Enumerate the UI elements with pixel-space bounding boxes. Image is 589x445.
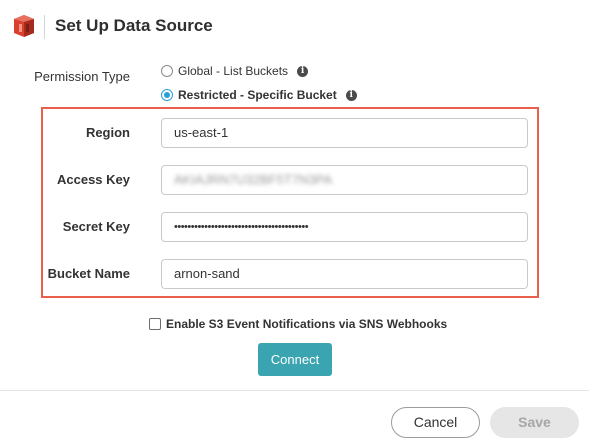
dialog-title: Set Up Data Source	[55, 16, 213, 35]
permission-type-label: Permission Type	[34, 69, 130, 84]
footer-divider	[0, 390, 589, 391]
radio-button-checked[interactable]	[161, 89, 173, 101]
radio-global-list-buckets[interactable]: Global - List Buckets i	[161, 64, 309, 78]
sns-notifications-checkbox[interactable]	[149, 318, 161, 330]
amazon-s3-logo-icon	[14, 15, 34, 37]
access-key-input[interactable]: AKIAJRN7U32BF5T7N3PA	[161, 165, 528, 195]
save-button[interactable]: Save	[490, 407, 579, 438]
dialog-header: Set Up Data Source	[0, 0, 589, 54]
radio-label: Global - List Buckets	[178, 64, 289, 78]
bucket-name-label: Bucket Name	[47, 266, 130, 281]
bucket-name-input[interactable]: arnon-sand	[161, 259, 528, 289]
region-label: Region	[85, 125, 130, 140]
sns-notifications-label: Enable S3 Event Notifications via SNS We…	[166, 317, 448, 331]
access-key-value: AKIAJRN7U32BF5T7N3PA	[174, 172, 332, 187]
radio-restricted-specific-bucket[interactable]: Restricted - Specific Bucket i	[161, 88, 357, 102]
radio-label: Restricted - Specific Bucket	[178, 88, 337, 102]
sns-notifications-checkbox-row[interactable]: Enable S3 Event Notifications via SNS We…	[149, 317, 447, 331]
cancel-button[interactable]: Cancel	[391, 407, 480, 438]
header-divider	[44, 15, 45, 39]
info-icon[interactable]: i	[345, 89, 357, 101]
secret-key-input[interactable]: ••••••••••••••••••••••••••••••••••••••••	[161, 212, 528, 242]
connect-button[interactable]: Connect	[258, 343, 332, 376]
radio-button-unchecked[interactable]	[161, 65, 173, 77]
secret-key-label: Secret Key	[62, 219, 130, 234]
access-key-label: Access Key	[57, 172, 130, 187]
region-input[interactable]: us-east-1	[161, 118, 528, 148]
info-icon[interactable]: i	[297, 65, 309, 77]
